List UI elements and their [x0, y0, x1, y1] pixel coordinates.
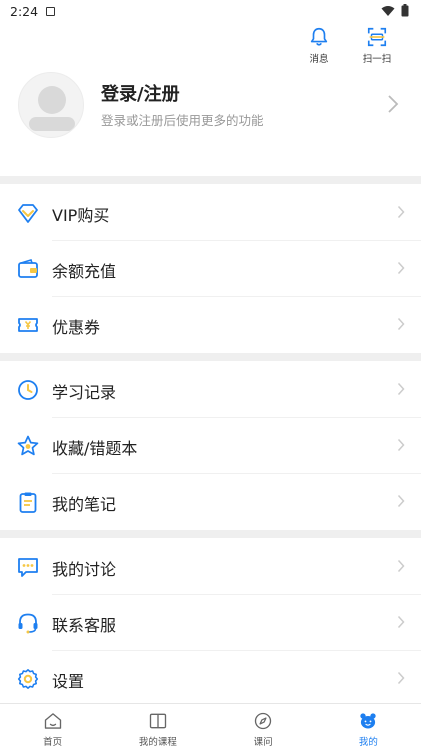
- compass-icon: [254, 712, 272, 730]
- chevron-right-icon: [397, 261, 405, 275]
- menu-item-label: 我的笔记: [52, 495, 117, 514]
- tab-mine-label: 我的: [358, 737, 378, 748]
- chevron-right-icon: [397, 205, 405, 219]
- avatar-body-shape: [29, 117, 75, 131]
- scan-button[interactable]: 扫一扫: [359, 26, 395, 65]
- menu-item-label: 设置: [52, 672, 85, 691]
- menu-item-recharge[interactable]: 余额充值: [0, 241, 421, 297]
- wallet-icon: [16, 257, 40, 281]
- menu-item-coupons[interactable]: 优惠券: [0, 297, 421, 353]
- chat-icon: [16, 555, 40, 579]
- tab-questions[interactable]: 课问: [211, 704, 316, 750]
- gear-icon: [16, 667, 40, 691]
- chevron-right-icon: [397, 317, 405, 331]
- menu-item-label: 余额充值: [52, 262, 117, 281]
- wifi-icon: [381, 5, 395, 16]
- clock-icon: [16, 378, 40, 402]
- chevron-right-icon: [397, 559, 405, 573]
- login-register-title[interactable]: 登录/注册: [101, 80, 180, 106]
- messages-label: 消息: [309, 54, 329, 65]
- status-bar: 2:24: [0, 0, 421, 22]
- menu-item-study-history[interactable]: 学习记录: [0, 362, 421, 418]
- menu-item-label: 收藏/错题本: [52, 439, 138, 458]
- tab-home-label: 首页: [43, 737, 63, 748]
- menu-item-favorites-mistakes[interactable]: 收藏/错题本: [0, 418, 421, 474]
- chevron-right-icon: [397, 438, 405, 452]
- book-icon: [149, 713, 167, 729]
- section-divider: [0, 353, 421, 361]
- login-register-card[interactable]: 登录/注册 登录或注册后使用更多的功能: [0, 68, 421, 174]
- section-divider: [0, 530, 421, 538]
- status-time: 2:24: [10, 3, 39, 19]
- menu-item-my-notes[interactable]: 我的笔记: [0, 474, 421, 530]
- battery-icon: [401, 4, 409, 17]
- section-divider: [0, 176, 421, 184]
- chevron-right-icon: [397, 671, 405, 685]
- top-actions: 消息 扫一扫: [301, 26, 395, 65]
- login-register-subtitle: 登录或注册后使用更多的功能: [101, 113, 264, 128]
- menu-item-label: 学习记录: [52, 383, 117, 402]
- messages-button[interactable]: 消息: [301, 26, 337, 65]
- bear-icon: [360, 713, 377, 729]
- menu-item-my-discussions[interactable]: 我的讨论: [0, 539, 421, 595]
- tab-home[interactable]: 首页: [0, 704, 105, 750]
- bell-icon: [310, 27, 328, 46]
- tab-my-courses[interactable]: 我的课程: [105, 704, 210, 750]
- menu-item-vip[interactable]: VIP购买: [0, 185, 421, 241]
- star-icon: [16, 434, 40, 458]
- menu-item-label: 联系客服: [52, 616, 117, 635]
- notification-icon: [46, 6, 56, 16]
- menu-item-settings[interactable]: 设置: [0, 651, 421, 707]
- chevron-right-icon: [397, 615, 405, 629]
- menu-item-label: 优惠券: [52, 318, 101, 337]
- avatar[interactable]: [18, 72, 84, 138]
- menu-item-label: 我的讨论: [52, 560, 117, 579]
- home-icon: [44, 713, 61, 729]
- tab-my-courses-label: 我的课程: [138, 737, 177, 748]
- diamond-icon: [16, 201, 40, 225]
- scan-label: 扫一扫: [362, 54, 392, 65]
- headset-icon: [16, 611, 40, 635]
- chevron-right-icon: [388, 95, 399, 113]
- bottom-tab-bar: 首页 我的课程 课问 我的: [0, 703, 421, 750]
- menu-item-label: VIP购买: [52, 206, 110, 225]
- chevron-right-icon: [397, 382, 405, 396]
- avatar-head-shape: [38, 86, 66, 114]
- notebook-icon: [16, 490, 40, 514]
- coupon-icon: [16, 313, 40, 337]
- tab-mine[interactable]: 我的: [316, 704, 421, 750]
- chevron-right-icon: [397, 494, 405, 508]
- tab-questions-label: 课问: [253, 737, 273, 748]
- scan-icon: [367, 27, 387, 47]
- menu-item-customer-service[interactable]: 联系客服: [0, 595, 421, 651]
